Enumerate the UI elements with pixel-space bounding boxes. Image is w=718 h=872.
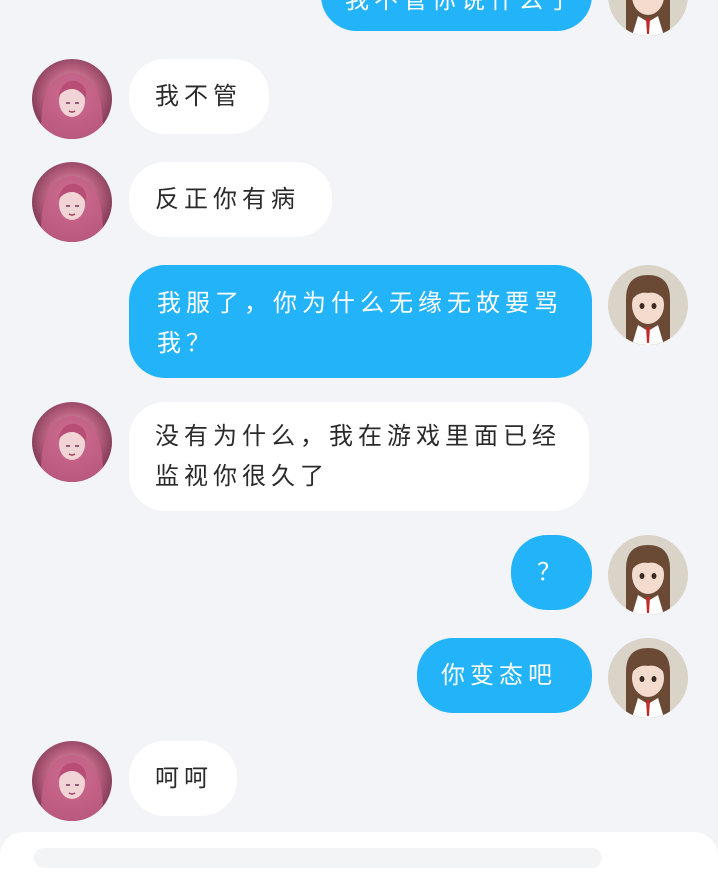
contact-avatar[interactable] bbox=[32, 162, 112, 242]
message-text: 我不管 bbox=[155, 82, 242, 110]
outgoing-message-bubble[interactable]: 我服了，你为什么无缘无故要骂我？ bbox=[129, 265, 592, 378]
self-avatar[interactable] bbox=[608, 638, 688, 718]
chat-message-list[interactable]: 我不管你说什么了 我不管 反正你有病 我服了，你为什么无缘无故要骂我？ 没有为什… bbox=[0, 0, 718, 853]
message-text: 我服了，你为什么无缘无故要骂我？ bbox=[157, 289, 563, 357]
incoming-message-bubble[interactable]: 没有为什么，我在游戏里面已经监视你很久了 bbox=[129, 402, 589, 511]
message-text: 没有为什么，我在游戏里面已经监视你很久了 bbox=[155, 422, 561, 490]
message-text: 你变态吧 bbox=[441, 661, 557, 689]
message-text: ？ bbox=[537, 558, 566, 586]
outgoing-message-bubble[interactable]: 我不管你说什么了 bbox=[321, 0, 592, 31]
outgoing-message-bubble[interactable]: ？ bbox=[511, 535, 592, 610]
message-text: 呵呵 bbox=[155, 764, 213, 792]
contact-avatar[interactable] bbox=[32, 59, 112, 139]
self-avatar[interactable] bbox=[608, 265, 688, 345]
message-input-bar bbox=[0, 832, 718, 872]
contact-avatar[interactable] bbox=[32, 741, 112, 821]
message-text: 反正你有病 bbox=[155, 185, 300, 213]
incoming-message-bubble[interactable]: 呵呵 bbox=[129, 741, 237, 816]
incoming-message-bubble[interactable]: 反正你有病 bbox=[129, 162, 332, 237]
contact-avatar[interactable] bbox=[32, 402, 112, 482]
message-input[interactable] bbox=[34, 848, 602, 868]
message-text: 我不管你说什么了 bbox=[345, 0, 577, 14]
outgoing-message-bubble[interactable]: 你变态吧 bbox=[417, 638, 592, 713]
self-avatar[interactable] bbox=[608, 535, 688, 615]
self-avatar[interactable] bbox=[608, 0, 688, 36]
incoming-message-bubble[interactable]: 我不管 bbox=[129, 59, 269, 134]
